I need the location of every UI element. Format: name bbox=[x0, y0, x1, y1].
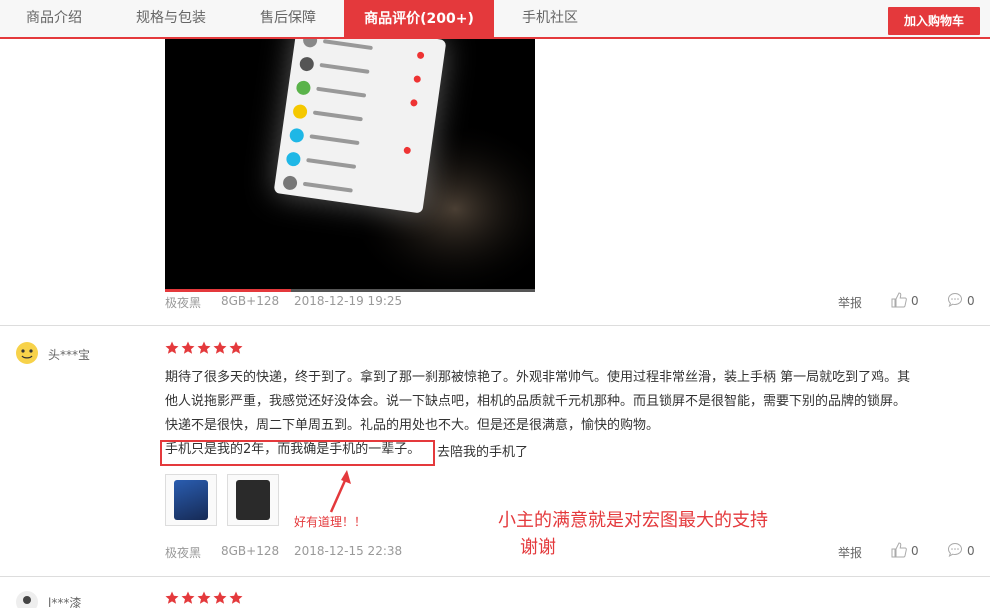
product-tab-bar: 商品介绍 规格与包装 售后保障 商品评价(200+) 手机社区 加入购物车 bbox=[0, 0, 990, 39]
tab-product-intro[interactable]: 商品介绍 bbox=[0, 0, 108, 37]
tab-specs-packaging[interactable]: 规格与包装 bbox=[108, 0, 234, 37]
product-color: 极夜黑 bbox=[165, 296, 202, 310]
video-progress-fill bbox=[165, 289, 291, 292]
review-line: 快递不是很快，周二下单周五到。礼品的用处也不大。但是还是很满意，愉快的购物。 bbox=[165, 418, 660, 433]
review-tail: 去陪我的手机了 bbox=[437, 445, 529, 460]
review-video-player[interactable] bbox=[165, 39, 535, 292]
seller-reply-annotation: 小主的满意就是对宏图最大的支持 bbox=[498, 510, 768, 531]
review-divider bbox=[0, 325, 990, 326]
rating-stars bbox=[165, 591, 243, 605]
arrow-annotation-icon bbox=[329, 470, 351, 513]
comment-icon[interactable] bbox=[947, 542, 963, 558]
phone-photo-icon bbox=[174, 480, 208, 520]
add-to-cart-button[interactable]: 加入购物车 bbox=[888, 7, 980, 35]
review-date: 2018-12-15 22:38 bbox=[294, 544, 403, 558]
product-color: 极夜黑 bbox=[165, 546, 202, 560]
video-progress-bar[interactable] bbox=[165, 289, 535, 292]
star-icon bbox=[197, 341, 211, 354]
review-line: 期待了很多天的快递，终于到了。拿到了那一刹那被惊艳了。外观非常帅气。使用过程非常… bbox=[165, 370, 911, 385]
review-photo-thumbnail[interactable] bbox=[165, 474, 217, 526]
rating-stars bbox=[165, 341, 243, 355]
comment-count: 0 bbox=[967, 544, 975, 558]
phone-photo-icon bbox=[236, 480, 270, 520]
comment-icon[interactable] bbox=[947, 292, 963, 308]
like-count: 0 bbox=[911, 544, 919, 558]
comment-count: 0 bbox=[967, 294, 975, 308]
tab-community[interactable]: 手机社区 bbox=[494, 0, 606, 37]
star-icon bbox=[229, 341, 243, 354]
star-icon bbox=[213, 591, 227, 604]
star-icon bbox=[165, 341, 179, 354]
reviewer-username: 头***宝 bbox=[48, 348, 91, 362]
report-link[interactable]: 举报 bbox=[838, 294, 862, 311]
seller-reply-annotation: 谢谢 bbox=[520, 537, 556, 558]
phone-screen-image bbox=[273, 39, 447, 214]
tab-reviews[interactable]: 商品评价(200+) bbox=[344, 0, 494, 39]
highlight-box-annotation bbox=[160, 440, 435, 466]
thumbs-up-icon[interactable] bbox=[891, 292, 907, 308]
reviewer-username: l***漆 bbox=[48, 596, 82, 608]
product-spec: 8GB+128 bbox=[221, 294, 280, 308]
like-count: 0 bbox=[911, 294, 919, 308]
review-line: 他人说拖影严重，我感觉还好没体会。说一下缺点吧，相机的品质就千元机那种。而且锁屏… bbox=[165, 394, 907, 409]
product-spec: 8GB+128 bbox=[221, 544, 280, 558]
tab-after-sales[interactable]: 售后保障 bbox=[234, 0, 342, 37]
thumbs-up-icon[interactable] bbox=[891, 542, 907, 558]
report-link[interactable]: 举报 bbox=[838, 544, 862, 561]
avatar[interactable] bbox=[15, 341, 39, 365]
star-icon bbox=[213, 341, 227, 354]
star-icon bbox=[181, 591, 195, 604]
star-icon bbox=[165, 591, 179, 604]
star-icon bbox=[197, 591, 211, 604]
avatar[interactable] bbox=[15, 590, 39, 608]
star-icon bbox=[229, 591, 243, 604]
review-date: 2018-12-19 19:25 bbox=[294, 294, 403, 308]
review-photo-thumbnail[interactable] bbox=[227, 474, 279, 526]
review-divider bbox=[0, 576, 990, 577]
annotation-note: 好有道理！！ bbox=[294, 515, 367, 529]
star-icon bbox=[181, 341, 195, 354]
